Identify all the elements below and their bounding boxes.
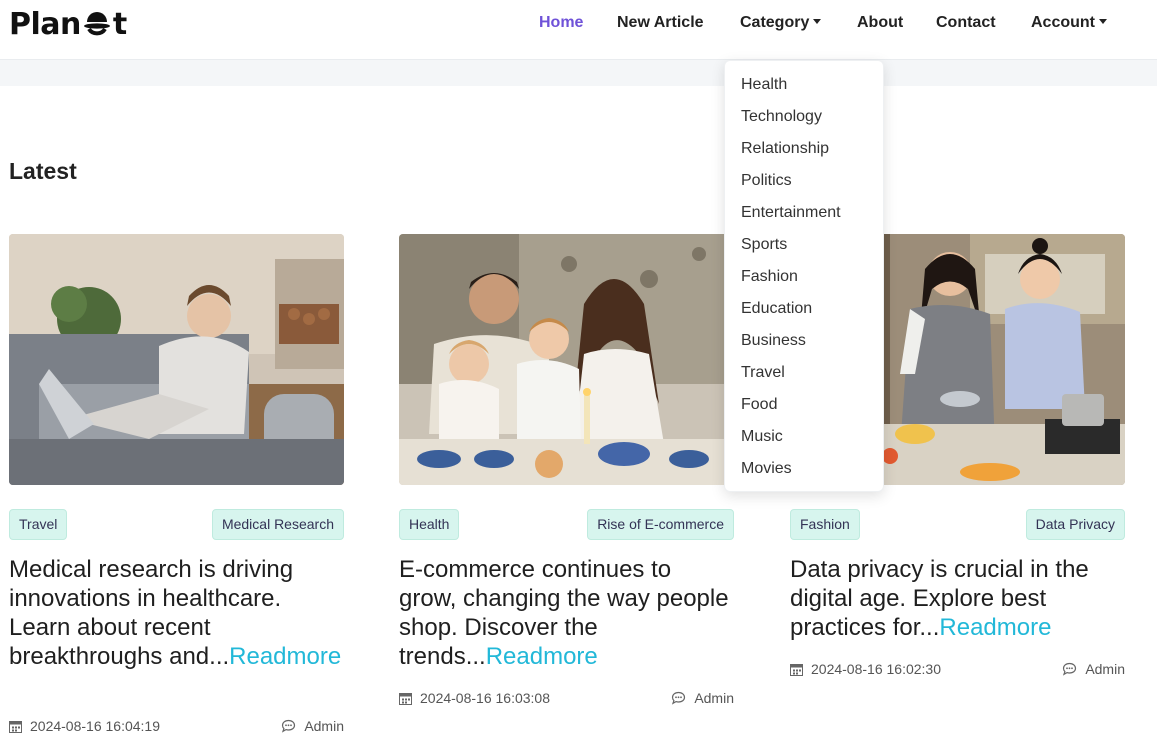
comment-icon bbox=[1063, 662, 1077, 676]
article-author-text: Admin bbox=[1085, 661, 1125, 677]
category-item-business[interactable]: Business bbox=[741, 332, 806, 350]
article-date-text: 2024-08-16 16:03:08 bbox=[420, 690, 550, 706]
article-date-text: 2024-08-16 16:04:19 bbox=[30, 718, 160, 734]
calendar-icon bbox=[790, 663, 803, 676]
category-item-fashion[interactable]: Fashion bbox=[741, 268, 798, 286]
article-excerpt: Data privacy is crucial in the digital a… bbox=[790, 555, 1125, 642]
article-topic-tag[interactable]: Rise of E-commerce bbox=[587, 509, 734, 540]
category-item-sports[interactable]: Sports bbox=[741, 236, 787, 254]
article-author: Admin bbox=[671, 690, 734, 706]
nav-about[interactable]: About bbox=[857, 14, 903, 32]
comment-icon bbox=[282, 719, 296, 733]
article-excerpt: Medical research is driving innovations … bbox=[9, 555, 344, 671]
readmore-link[interactable]: Readmore bbox=[486, 643, 598, 670]
category-item-education[interactable]: Education bbox=[741, 300, 812, 318]
section-title: Latest bbox=[9, 158, 77, 184]
article-author: Admin bbox=[281, 718, 344, 734]
category-item-entertainment[interactable]: Entertainment bbox=[741, 204, 841, 222]
nav-category-label: Category bbox=[740, 14, 810, 31]
article-date-text: 2024-08-16 16:02:30 bbox=[811, 661, 941, 677]
article-category-tag[interactable]: Travel bbox=[9, 509, 68, 540]
category-item-health[interactable]: Health bbox=[741, 76, 787, 94]
comment-icon bbox=[672, 691, 686, 705]
calendar-icon bbox=[9, 720, 22, 733]
article-topic-tag[interactable]: Data Privacy bbox=[1025, 509, 1125, 540]
article-excerpt: E-commerce continues to grow, changing t… bbox=[399, 555, 734, 671]
article-date: 2024-08-16 16:03:08 bbox=[399, 690, 550, 706]
article-image-family-at-table[interactable] bbox=[399, 234, 734, 485]
readmore-link[interactable]: Readmore bbox=[229, 643, 341, 670]
brand-name-left: Plan bbox=[9, 6, 81, 42]
caret-down-icon bbox=[1099, 19, 1107, 24]
readmore-link[interactable]: Readmore bbox=[939, 614, 1051, 641]
category-item-relationship[interactable]: Relationship bbox=[741, 140, 829, 158]
article-author-text: Admin bbox=[304, 718, 344, 734]
calendar-icon bbox=[399, 692, 412, 705]
category-item-food[interactable]: Food bbox=[741, 396, 777, 414]
article-card: Health Rise of E-commerce E-commerce con… bbox=[399, 234, 734, 746]
category-item-technology[interactable]: Technology bbox=[741, 108, 822, 126]
brand-name-right: t bbox=[112, 6, 127, 42]
nav-account-label: Account bbox=[1031, 14, 1095, 31]
planet-logo-icon bbox=[82, 9, 112, 39]
article-topic-tag[interactable]: Medical Research bbox=[211, 509, 344, 540]
category-item-music[interactable]: Music bbox=[741, 428, 783, 446]
article-date: 2024-08-16 16:02:30 bbox=[790, 661, 941, 677]
category-item-politics[interactable]: Politics bbox=[741, 172, 792, 190]
article-date: 2024-08-16 16:04:19 bbox=[9, 718, 160, 734]
nav-category[interactable]: Category bbox=[740, 14, 822, 32]
caret-down-icon bbox=[813, 19, 822, 24]
category-item-travel[interactable]: Travel bbox=[741, 364, 785, 382]
nav-contact[interactable]: Contact bbox=[936, 14, 996, 32]
article-card: Travel Medical Research Medical research… bbox=[9, 234, 344, 746]
brand-logo[interactable]: Plan t bbox=[9, 6, 127, 42]
article-image-man-with-laptop[interactable] bbox=[9, 234, 344, 485]
article-author-text: Admin bbox=[694, 690, 734, 706]
nav-home[interactable]: Home bbox=[539, 14, 583, 32]
category-item-movies[interactable]: Movies bbox=[741, 460, 792, 478]
navbar: Plan t Home New Article Category About C… bbox=[0, 0, 1157, 60]
nav-account[interactable]: Account bbox=[1031, 14, 1107, 32]
article-category-tag[interactable]: Health bbox=[399, 509, 460, 540]
nav-new-article[interactable]: New Article bbox=[617, 14, 704, 32]
article-author: Admin bbox=[1062, 661, 1125, 677]
article-category-tag[interactable]: Fashion bbox=[790, 509, 860, 540]
category-dropdown-menu: Health Technology Relationship Politics … bbox=[724, 60, 884, 492]
sub-header-bar bbox=[0, 60, 1157, 86]
